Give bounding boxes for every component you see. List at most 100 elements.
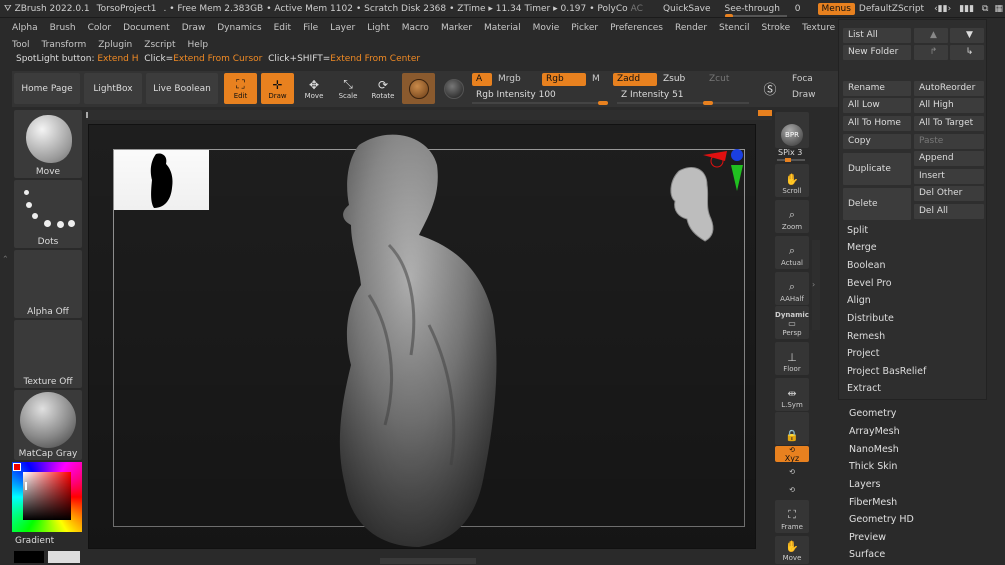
menu-macro[interactable]: Macro: [402, 23, 429, 33]
all-to-target-button[interactable]: All To Target: [914, 116, 984, 131]
layout-arrows-icon[interactable]: ‹▮▮›: [934, 4, 951, 14]
left-tray-handle[interactable]: ‹: [1, 255, 10, 325]
persp-button[interactable]: Dynamic ▭ Persp: [775, 306, 809, 339]
color-square[interactable]: [23, 472, 71, 520]
bpr-button[interactable]: BPR: [775, 112, 809, 148]
see-through-slider[interactable]: See-through 0: [724, 4, 808, 17]
spix-slider[interactable]: SPix 3: [778, 148, 802, 157]
axis-gizmo-icon[interactable]: [701, 147, 747, 193]
document-viewport[interactable]: [88, 124, 756, 549]
scroll-button[interactable]: ✋ Scroll: [775, 164, 809, 197]
alpha-thumbnail[interactable]: Alpha Off: [14, 250, 82, 318]
menu-layer[interactable]: Layer: [330, 23, 355, 33]
live-boolean-button[interactable]: Live Boolean: [146, 73, 218, 104]
rotate-button[interactable]: ⟳ Rotate: [366, 73, 400, 104]
menu-color[interactable]: Color: [88, 23, 112, 33]
move-up-button[interactable]: ▲: [914, 28, 948, 43]
append-button[interactable]: Append: [914, 151, 984, 166]
align-item[interactable]: Align: [847, 295, 871, 306]
texture-thumbnail[interactable]: Texture Off: [14, 320, 82, 388]
layers-subpalette[interactable]: Layers: [849, 479, 880, 490]
surface-subpalette[interactable]: Surface: [849, 549, 885, 560]
menu-light[interactable]: Light: [367, 23, 389, 33]
canvas-bottom-strip[interactable]: [380, 558, 476, 564]
all-to-home-button[interactable]: All To Home: [843, 116, 911, 131]
draw-size-slider[interactable]: Draw: [788, 89, 836, 102]
fibermesh-subpalette[interactable]: FiberMesh: [849, 497, 897, 508]
main-color-swatch[interactable]: [14, 551, 44, 563]
menu-marker[interactable]: Marker: [441, 23, 472, 33]
copy-button[interactable]: Copy: [843, 134, 911, 149]
palette-icon[interactable]: ▦: [994, 4, 1003, 14]
thick-skin-subpalette[interactable]: Thick Skin: [849, 461, 897, 472]
home-page-button[interactable]: Home Page: [14, 73, 80, 104]
nanomesh-subpalette[interactable]: NanoMesh: [849, 444, 899, 455]
insert-button[interactable]: Insert: [914, 169, 984, 184]
interface-toggle-icon[interactable]: ⧉: [982, 4, 988, 14]
draw-button[interactable]: ✛ Draw: [261, 73, 294, 104]
stroke-thumbnail[interactable]: Dots: [14, 180, 82, 248]
menu-brush[interactable]: Brush: [50, 23, 76, 33]
menu-zscript[interactable]: Zscript: [144, 40, 175, 50]
autoreorder-button[interactable]: AutoReorder: [914, 81, 984, 96]
menu-edit[interactable]: Edit: [274, 23, 291, 33]
menu-zplugin[interactable]: Zplugin: [98, 40, 132, 50]
menu-transform[interactable]: Transform: [41, 40, 86, 50]
move-down-button[interactable]: ▼: [950, 28, 984, 43]
all-high-button[interactable]: All High: [914, 98, 984, 113]
spotlight-icon[interactable]: Ⓢ: [758, 73, 782, 104]
menu-material[interactable]: Material: [484, 23, 521, 33]
folder-down-button[interactable]: ↳: [950, 45, 984, 60]
merge-item[interactable]: Merge: [847, 242, 877, 253]
frame-button[interactable]: ⛶ Frame: [775, 500, 809, 533]
right-tray-handle[interactable]: ›: [812, 240, 820, 330]
secondary-color-swatch[interactable]: [48, 551, 80, 563]
menu-dynamics[interactable]: Dynamics: [217, 23, 261, 33]
menu-texture[interactable]: Texture: [802, 23, 835, 33]
scale-button[interactable]: ⤡ Scale: [332, 73, 364, 104]
lock-button[interactable]: 🔒: [775, 412, 809, 445]
z-intensity-slider[interactable]: Z Intensity 51: [617, 89, 751, 105]
split-item[interactable]: Split: [847, 225, 868, 236]
zoom-button[interactable]: ⌕ Zoom: [775, 200, 809, 233]
mrgb-button[interactable]: Mrgb: [494, 73, 538, 86]
layout-bars-icon[interactable]: ▮▮▮: [959, 4, 974, 14]
color-picker[interactable]: [12, 462, 82, 532]
a-button[interactable]: A: [472, 73, 492, 86]
all-low-button[interactable]: All Low: [843, 98, 911, 113]
xyz-button[interactable]: ⟲ Xyz: [775, 446, 809, 463]
rgb-intensity-slider[interactable]: Rgb Intensity 100: [472, 89, 610, 105]
new-folder-button[interactable]: New Folder: [843, 45, 911, 60]
distribute-item[interactable]: Distribute: [847, 313, 894, 324]
material-thumbnail[interactable]: MatCap Gray: [14, 390, 82, 460]
m-button[interactable]: M: [588, 73, 612, 86]
remesh-item[interactable]: Remesh: [847, 331, 885, 342]
geometry-subpalette[interactable]: Geometry: [849, 408, 896, 419]
delete-button[interactable]: Delete: [843, 188, 911, 220]
actual-button[interactable]: ⌕ Actual: [775, 236, 809, 269]
menu-movie[interactable]: Movie: [533, 23, 560, 33]
rgb-button[interactable]: Rgb: [542, 73, 586, 86]
duplicate-button[interactable]: Duplicate: [843, 153, 911, 185]
zsub-button[interactable]: Zsub: [659, 73, 703, 86]
aahalf-button[interactable]: ⌕ AAHalf: [775, 272, 809, 305]
extract-item[interactable]: Extract: [847, 383, 881, 394]
menu-render[interactable]: Render: [675, 23, 707, 33]
arraymesh-subpalette[interactable]: ArrayMesh: [849, 426, 900, 437]
paste-button[interactable]: Paste: [914, 134, 984, 149]
zadd-button[interactable]: Zadd: [613, 73, 657, 86]
project-basrelief-item[interactable]: Project BasRelief: [847, 366, 926, 377]
menu-tool[interactable]: Tool: [12, 40, 29, 50]
bevel-pro-item[interactable]: Bevel Pro: [847, 278, 892, 289]
menu-draw[interactable]: Draw: [182, 23, 206, 33]
floor-button[interactable]: ⊥ Floor: [775, 342, 809, 375]
boolean-item[interactable]: Boolean: [847, 260, 885, 271]
project-item[interactable]: Project: [847, 348, 880, 359]
lsym-button[interactable]: ⇹ L.Sym: [775, 378, 809, 411]
menu-alpha[interactable]: Alpha: [12, 23, 38, 33]
menu-picker[interactable]: Picker: [571, 23, 598, 33]
texture-sphere-button[interactable]: [439, 73, 469, 104]
zcut-button[interactable]: Zcut: [705, 73, 749, 86]
lightbox-button[interactable]: LightBox: [84, 73, 142, 104]
move-view-button[interactable]: ✋ Move: [775, 536, 809, 564]
